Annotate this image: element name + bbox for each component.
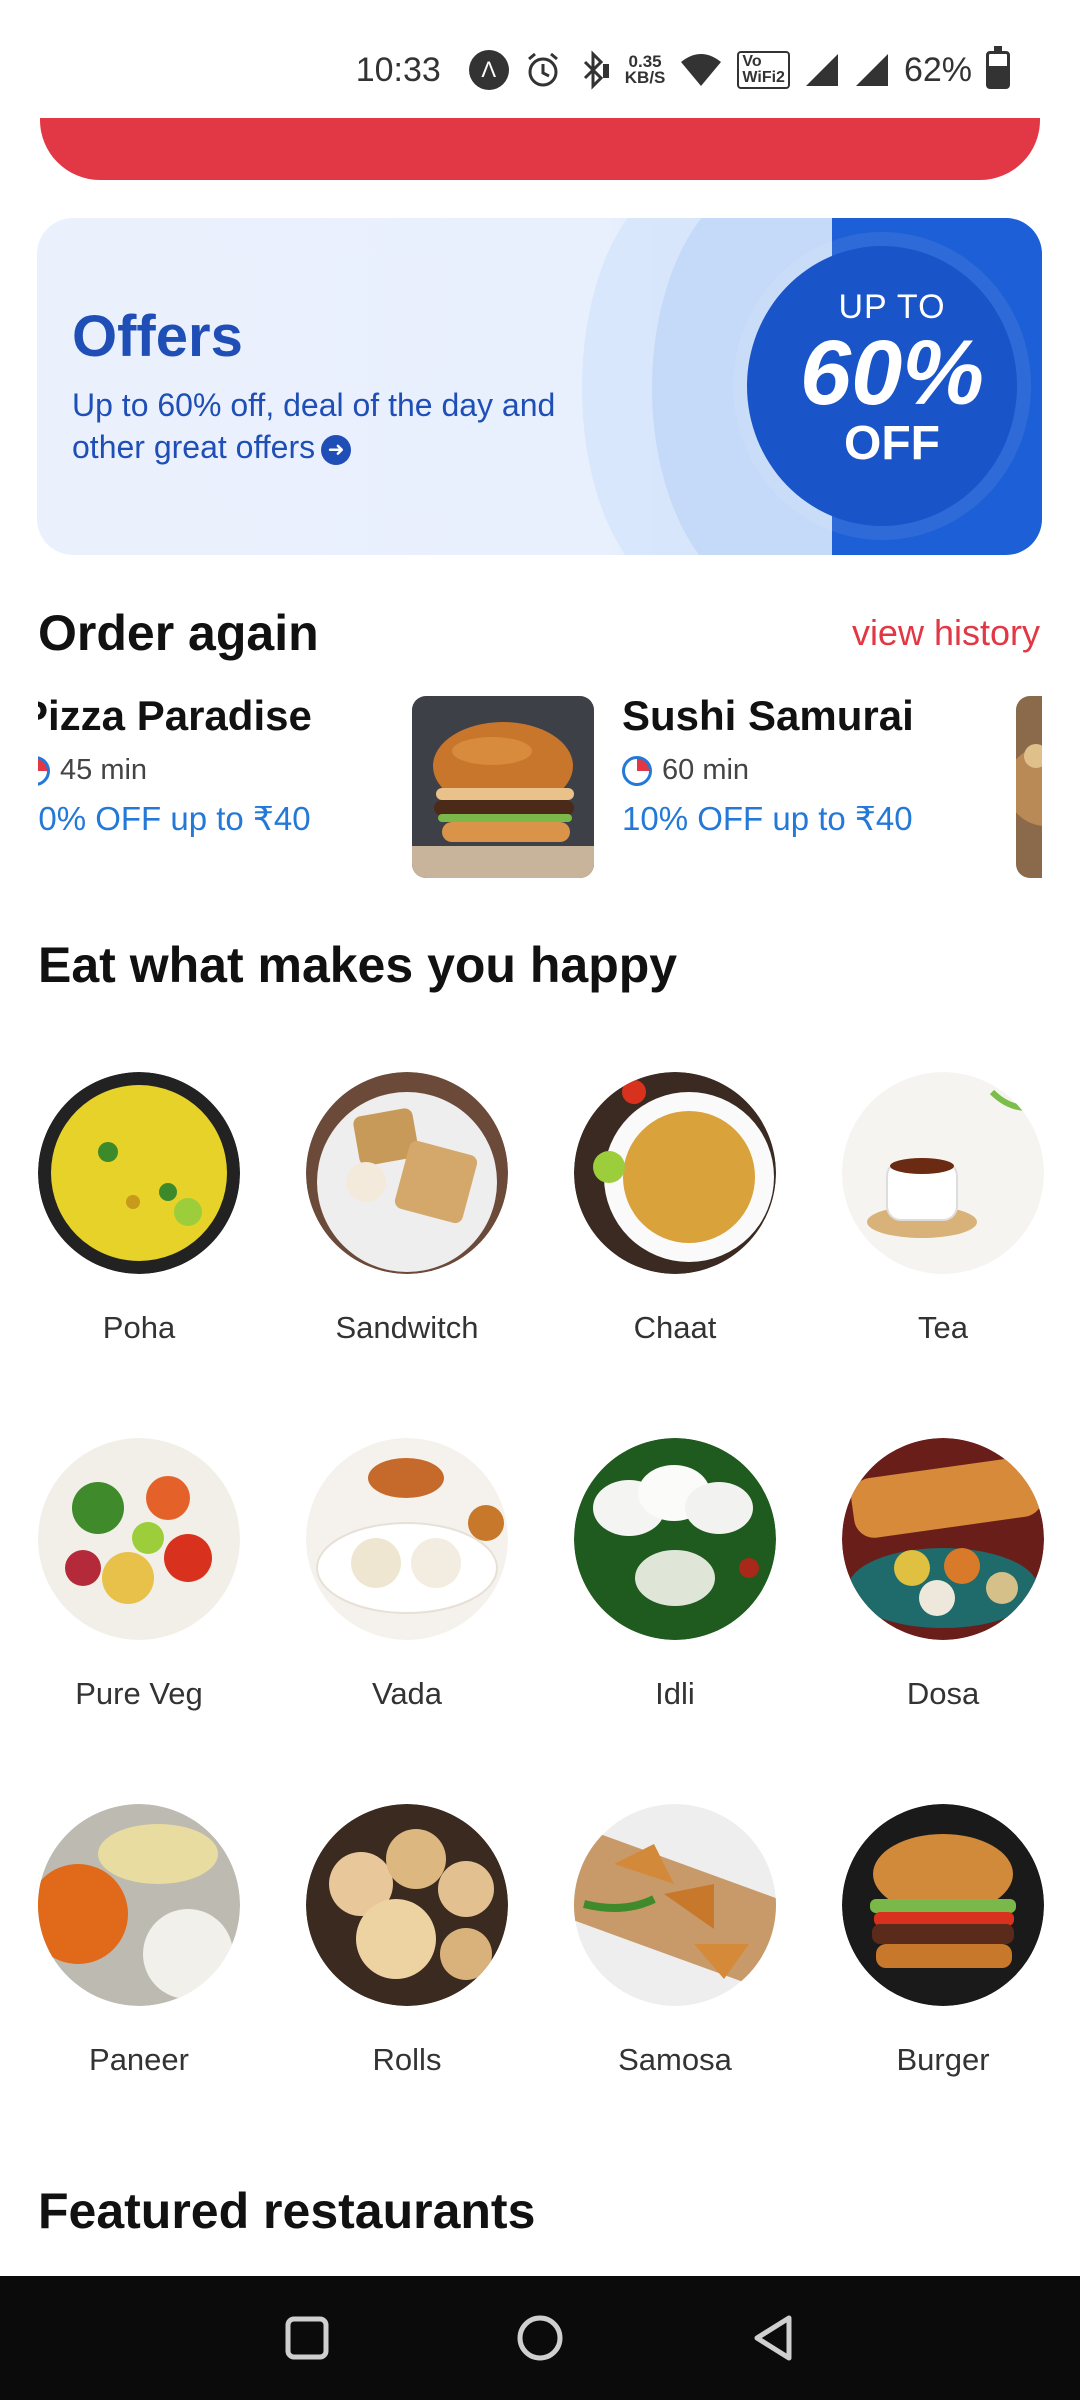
- category-image: [38, 1072, 240, 1274]
- offers-banner[interactable]: Offers Up to 60% off, deal of the day an…: [37, 218, 1042, 555]
- category-label: Vada: [371, 1676, 443, 1711]
- view-history-link[interactable]: view history: [852, 612, 1040, 654]
- category-label: Poha: [102, 1310, 176, 1345]
- category-label: Paneer: [89, 2042, 189, 2077]
- category-label: Pure Veg: [75, 1676, 203, 1711]
- order-card-sushi-samurai[interactable]: Sushi Samurai 60 min 10% OFF up to ₹40: [622, 692, 1022, 882]
- bluetooth-icon: [577, 50, 611, 90]
- battery-percent: 62%: [903, 50, 972, 89]
- category-image: [38, 1804, 240, 2006]
- category-label: Sandwitch: [335, 1310, 479, 1345]
- category-chaat[interactable]: Chaat: [574, 1072, 776, 1438]
- categories-title: Eat what makes you happy: [38, 937, 678, 993]
- category-dosa[interactable]: Dosa: [842, 1438, 1044, 1804]
- category-pure-veg[interactable]: Pure Veg: [38, 1438, 240, 1804]
- category-label: Tea: [918, 1310, 968, 1345]
- back-button[interactable]: [743, 2308, 803, 2368]
- restaurant-offer: 10% OFF up to ₹40: [622, 800, 913, 837]
- category-vada[interactable]: Vada: [306, 1438, 508, 1804]
- restaurant-name: Sushi Samurai: [622, 692, 914, 739]
- category-image: [306, 1438, 508, 1640]
- recent-apps-button[interactable]: [277, 2308, 337, 2368]
- app-notification-icon: Λ: [468, 50, 509, 90]
- category-tea[interactable]: Tea: [842, 1072, 1044, 1438]
- category-label: Burger: [896, 2042, 990, 2077]
- category-image: [574, 1438, 776, 1640]
- signal-icon-1: [804, 52, 840, 88]
- category-label: Chaat: [633, 1310, 717, 1345]
- category-image: [38, 1438, 240, 1640]
- signal-icon-2: [854, 52, 890, 88]
- order-again-title: Order again: [38, 605, 319, 661]
- category-idli[interactable]: Idli: [574, 1438, 776, 1804]
- alarm-icon: [523, 50, 563, 90]
- category-label: Idli: [655, 1676, 695, 1711]
- category-samosa[interactable]: Samosa: [574, 1804, 776, 2170]
- restaurant-thumbnail[interactable]: [1016, 696, 1042, 878]
- category-grid: Poha Sandwitch Chaat Tea Pure Veg Vada I…: [38, 1072, 1044, 2170]
- category-poha[interactable]: Poha: [38, 1072, 240, 1438]
- restaurant-offer: 10% OFF up to ₹40: [38, 800, 311, 837]
- promo-percent: 60%: [799, 322, 985, 424]
- promo-off: OFF: [844, 417, 940, 470]
- category-image: [842, 1072, 1044, 1274]
- order-again-carousel[interactable]: Pizza Paradise 45 min 10% OFF up to ₹40 …: [38, 692, 1042, 882]
- wifi-icon: [679, 52, 723, 88]
- network-speed: 0.35 KB/S: [624, 52, 666, 87]
- timer-icon: [38, 755, 50, 786]
- category-paneer[interactable]: Paneer: [38, 1804, 240, 2170]
- category-image: [306, 1072, 508, 1274]
- category-image: [574, 1072, 776, 1274]
- category-image: [574, 1804, 776, 2006]
- category-image: [842, 1804, 1044, 2006]
- status-time: 10:33: [355, 50, 441, 89]
- home-button[interactable]: [510, 2308, 570, 2368]
- top-banner-partial[interactable]: [40, 118, 1040, 180]
- restaurant-name: Pizza Paradise: [38, 692, 312, 739]
- category-rolls[interactable]: Rolls: [306, 1804, 508, 2170]
- arrow-right-icon: ➜: [321, 434, 352, 465]
- battery-icon: [986, 46, 1010, 89]
- offers-promo: UP TO 60% OFF: [762, 288, 1022, 469]
- category-sandwitch[interactable]: Sandwitch: [306, 1072, 508, 1438]
- system-nav-bar: [0, 2276, 1080, 2400]
- order-card-pizza-paradise[interactable]: Pizza Paradise 45 min 10% OFF up to ₹40: [38, 692, 360, 882]
- featured-restaurants-title: Featured restaurants: [38, 2183, 536, 2239]
- category-label: Rolls: [372, 2042, 442, 2077]
- delivery-time: 45 min: [38, 754, 360, 787]
- category-image: [842, 1438, 1044, 1640]
- restaurant-thumbnail[interactable]: [412, 696, 594, 878]
- category-label: Samosa: [618, 2042, 732, 2077]
- category-burger[interactable]: Burger: [842, 1804, 1044, 2170]
- timer-icon: [622, 755, 652, 786]
- category-label: Dosa: [906, 1676, 980, 1711]
- offers-description: Up to 60% off, deal of the day and other…: [72, 387, 556, 465]
- delivery-time: 60 min: [622, 754, 1022, 787]
- offers-title: Offers: [72, 304, 243, 369]
- vowifi-badge: Vo WiFi2: [737, 51, 790, 89]
- category-image: [306, 1804, 508, 2006]
